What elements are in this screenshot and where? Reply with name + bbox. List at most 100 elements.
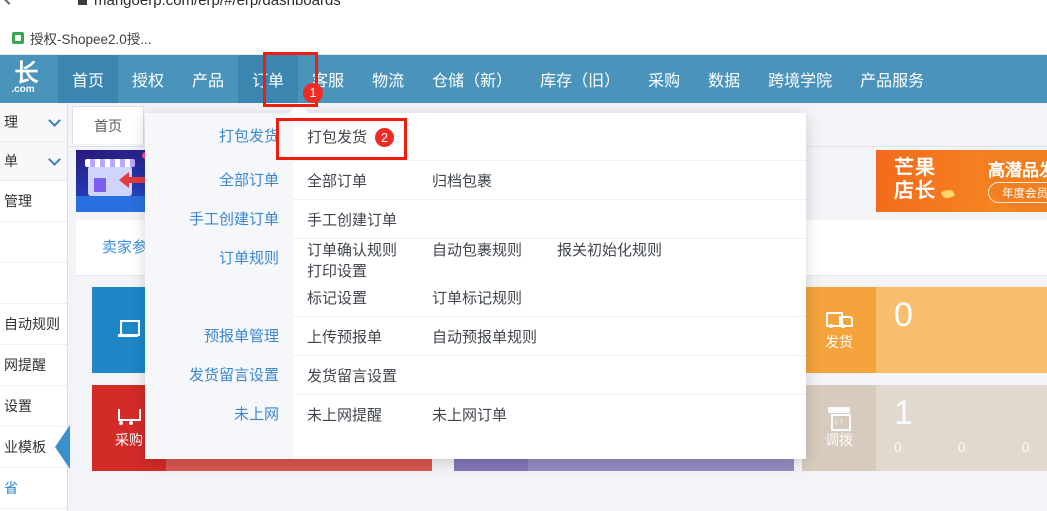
dropdown-link-customs-init-rule[interactable]: 报关初始化规则 bbox=[557, 239, 682, 260]
dropdown-row-offline: 未上网 未上网提醒 未上网订单 bbox=[145, 395, 806, 434]
banner-headline: 高潜品发掘，爆款跟 bbox=[988, 161, 1047, 180]
nav-label: 采购 bbox=[648, 73, 681, 90]
promo-banner-right[interactable]: 芒果 店长 高潜品发掘，爆款跟 年度会员买一年送一年， bbox=[876, 150, 1047, 212]
sidebar-item-label: 业模板 bbox=[4, 439, 46, 455]
site-logo[interactable]: 长 .com bbox=[0, 55, 58, 103]
card-label: 发货 bbox=[825, 333, 853, 350]
stats-card-shipping[interactable]: 发货 0 bbox=[802, 287, 1047, 373]
nav-item-warehouse-new[interactable]: 仓储（新） bbox=[418, 55, 526, 103]
dropdown-link-offline-orders[interactable]: 未上网订单 bbox=[432, 404, 557, 425]
nav-item-product[interactable]: 产品 bbox=[178, 55, 238, 103]
dropdown-link-order-mark-rule[interactable]: 订单标记规则 bbox=[432, 287, 557, 308]
address-bar[interactable]: mangoerp.com/erp/#/erp/dashboards bbox=[78, 0, 341, 15]
dropdown-link-group: 标记设置 订单标记规则 bbox=[293, 278, 806, 317]
card-subvalue: 0 bbox=[894, 439, 902, 455]
dropdown-link-order-confirm-rule[interactable]: 订单确认规则 bbox=[307, 239, 432, 260]
nav-label: 库存（旧） bbox=[540, 73, 621, 90]
card-value: 0 bbox=[894, 296, 913, 334]
card-subvalue: 0 bbox=[957, 439, 966, 455]
dropdown-row-mark-settings: 标记设置 订单标记规则 bbox=[145, 278, 806, 317]
bookmark-favicon bbox=[12, 32, 24, 44]
cart-icon bbox=[116, 407, 142, 427]
card-body: 0 bbox=[876, 287, 1047, 373]
dropdown-link-packing-shipping[interactable]: 打包发货 2 bbox=[307, 126, 459, 148]
nav-label: 跨境学院 bbox=[768, 73, 833, 90]
bookmarks-bar: 授权-Shopee2.0授... bbox=[0, 22, 1047, 55]
nav-item-cross-border-academy[interactable]: 跨境学院 bbox=[754, 55, 846, 103]
sidebar-item-auto-rule[interactable]: 自动规则 bbox=[0, 304, 67, 345]
page-tab-home[interactable]: 首页 bbox=[72, 106, 144, 144]
sidebar-group-1[interactable]: 理 bbox=[0, 103, 67, 142]
dropdown-link-all-orders[interactable]: 全部订单 bbox=[307, 170, 432, 191]
nav-item-data[interactable]: 数据 bbox=[694, 55, 754, 103]
dropdown-link-auto-package-rule[interactable]: 自动包裹规则 bbox=[432, 239, 557, 260]
step-badge-2: 2 bbox=[375, 128, 395, 148]
sidebar-group-label: 单 bbox=[4, 153, 18, 169]
truck-wheels-icon bbox=[829, 323, 833, 328]
dropdown-link-archived-packages[interactable]: 归档包裹 bbox=[432, 170, 557, 191]
seller-section-label[interactable]: 卖家参 bbox=[102, 236, 147, 257]
dropdown-link-auto-prealert-rule[interactable]: 自动预报单规则 bbox=[432, 326, 557, 347]
sidebar-item-settings[interactable]: 设置 bbox=[0, 386, 67, 427]
nav-item-logistics[interactable]: 物流 bbox=[358, 55, 418, 103]
dropdown-link-offline-reminder[interactable]: 未上网提醒 bbox=[307, 404, 432, 425]
logo-glyph: 长 bbox=[14, 60, 39, 87]
nav-item-orders[interactable]: 订单 bbox=[238, 55, 299, 103]
dropdown-link-ship-message-settings[interactable]: 发货留言设置 bbox=[307, 365, 459, 386]
dropdown-link-group: 未上网提醒 未上网订单 bbox=[293, 395, 806, 434]
step-badge-1: 1 bbox=[303, 83, 323, 103]
sidebar-group-2[interactable]: 单 bbox=[0, 142, 67, 181]
sidebar-item-label: 自动规则 bbox=[4, 316, 60, 332]
dropdown-link-group: 全部订单 归档包裹 bbox=[293, 161, 806, 200]
sidebar-group-label: 理 bbox=[4, 114, 18, 130]
sidebar-item-label: 管理 bbox=[4, 193, 32, 209]
sidebar-item-net-reminder[interactable]: 网提醒 bbox=[0, 345, 67, 386]
dropdown-link-group: 打包发货 2 bbox=[293, 113, 806, 161]
brand-line-2: 店长 bbox=[894, 180, 936, 202]
dropdown-link-manual-create-order[interactable]: 手工创建订单 bbox=[307, 209, 459, 230]
dropdown-row-packing: 打包发货 打包发货 2 bbox=[145, 113, 806, 161]
sidebar-item-label: 省 bbox=[4, 480, 18, 496]
dropdown-category-label: 全部订单 bbox=[145, 161, 293, 200]
card-subvalue: 0 bbox=[1021, 439, 1030, 455]
dropdown-link-upload-prealert[interactable]: 上传预报单 bbox=[307, 326, 432, 347]
card-label: 调拨 bbox=[825, 431, 853, 448]
browser-url-bar[interactable]: mangoerp.com/erp/#/erp/dashboards bbox=[0, 0, 1047, 22]
mango-brand-logo: 芒果 店长 bbox=[894, 157, 936, 203]
nav-label: 首页 bbox=[72, 73, 105, 90]
sidebar-item-management[interactable]: 管理 bbox=[0, 181, 67, 222]
sidebar-item-label: 网提醒 bbox=[4, 357, 46, 373]
sidebar-item-2[interactable] bbox=[0, 222, 67, 263]
app-root: mangoerp.com/erp/#/erp/dashboards 授权-Sho… bbox=[0, 0, 1047, 511]
nav-label: 仓储（新） bbox=[432, 73, 513, 90]
dropdown-category-label: 发货留言设置 bbox=[145, 356, 293, 395]
nav-label: 数据 bbox=[708, 73, 741, 90]
chevron-down-icon bbox=[48, 152, 61, 166]
nav-item-home[interactable]: 首页 bbox=[58, 55, 119, 103]
sidebar-item-3[interactable] bbox=[0, 263, 67, 304]
page-tab-label: 首页 bbox=[94, 117, 122, 134]
sidebar-item-label: 设置 bbox=[4, 398, 32, 414]
stats-card-transfer[interactable]: ↓↑ 调拨 1 0 0 0 bbox=[802, 385, 1047, 471]
nav-label: 产品服务 bbox=[860, 73, 925, 90]
dropdown-row-prealert: 预报单管理 上传预报单 自动预报单规则 bbox=[145, 317, 806, 356]
nav-label: 授权 bbox=[132, 73, 165, 90]
nav-item-product-service[interactable]: 产品服务 bbox=[846, 55, 938, 103]
nav-item-authorization[interactable]: 授权 bbox=[118, 55, 178, 103]
back-chevron-icon[interactable] bbox=[0, 0, 19, 5]
nav-item-purchase[interactable]: 采购 bbox=[634, 55, 694, 103]
dropdown-category-label: 未上网 bbox=[145, 395, 293, 434]
dropdown-link-mark-settings[interactable]: 标记设置 bbox=[307, 287, 432, 308]
bookmark-item[interactable]: 授权-Shopee2.0授... bbox=[6, 26, 158, 50]
banner-subtext-pill: 年度会员买一年送一年， bbox=[988, 182, 1047, 203]
url-text: mangoerp.com/erp/#/erp/dashboards bbox=[94, 0, 341, 9]
nav-item-inventory-old[interactable]: 库存（旧） bbox=[526, 55, 634, 103]
site-info-icon[interactable] bbox=[78, 0, 87, 5]
sidebar-item-selected[interactable]: 省 bbox=[0, 468, 67, 509]
collapse-panel-arrow-icon[interactable] bbox=[55, 425, 70, 469]
dropdown-link-group: 订单确认规则 自动包裹规则 报关初始化规则 打印设置 bbox=[293, 239, 806, 280]
dropdown-category-label bbox=[145, 278, 293, 317]
nav-label: 产品 bbox=[192, 73, 225, 90]
dropdown-category-label: 打包发货 bbox=[145, 113, 293, 161]
card-body: 1 0 0 0 bbox=[876, 385, 1047, 471]
